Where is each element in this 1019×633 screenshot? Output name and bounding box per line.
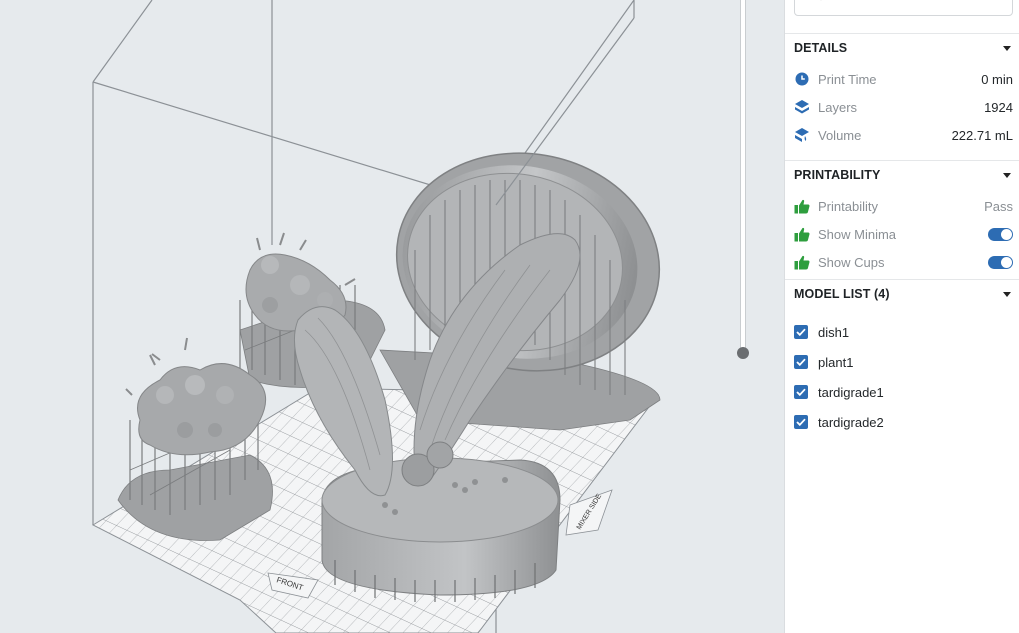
divider bbox=[785, 33, 1019, 34]
model-checkbox[interactable] bbox=[794, 355, 808, 369]
search-input[interactable] bbox=[794, 0, 1013, 16]
checkmark-icon bbox=[796, 358, 806, 366]
print-time-value: 0 min bbox=[981, 71, 1013, 87]
layer-slider-track[interactable] bbox=[740, 0, 746, 354]
chevron-down-icon[interactable] bbox=[1003, 45, 1011, 51]
checkmark-icon bbox=[796, 418, 806, 426]
printability-status: Pass bbox=[984, 198, 1013, 214]
printability-title: PRINTABILITY bbox=[794, 168, 881, 182]
show-cups-toggle[interactable] bbox=[988, 255, 1013, 269]
model-list-item[interactable]: tardigrade1 bbox=[794, 382, 884, 402]
model-name: dish1 bbox=[818, 324, 850, 340]
show-cups-label: Show Cups bbox=[818, 254, 885, 270]
checkmark-icon bbox=[796, 388, 806, 396]
show-minima-toggle[interactable] bbox=[988, 227, 1013, 241]
details-section-header[interactable]: DETAILS bbox=[794, 38, 1012, 58]
details-title: DETAILS bbox=[794, 41, 848, 55]
volume-value: 222.71 mL bbox=[951, 127, 1013, 143]
printability-section-header[interactable]: PRINTABILITY bbox=[794, 165, 1012, 185]
show-minima-label: Show Minima bbox=[818, 226, 897, 242]
model-name: tardigrade2 bbox=[818, 414, 884, 430]
clock-icon bbox=[794, 71, 810, 87]
sidebar-panel: DETAILS Print Time 0 min Layers 1924 Vol… bbox=[784, 0, 1019, 633]
scene-canvas: FRONT MIXER SIDE bbox=[91, 0, 661, 633]
thumbs-up-icon bbox=[794, 254, 810, 270]
volume-icon bbox=[794, 127, 810, 143]
model-name: plant1 bbox=[818, 354, 854, 370]
layer-slider-handle[interactable] bbox=[737, 347, 749, 359]
thumbs-up-icon bbox=[794, 198, 810, 214]
show-minima-row: Show Minima bbox=[794, 224, 1013, 244]
show-cups-row: Show Cups bbox=[794, 252, 1013, 272]
chevron-down-icon[interactable] bbox=[1003, 172, 1011, 178]
layers-row: Layers 1924 bbox=[794, 97, 1013, 117]
divider bbox=[785, 279, 1019, 280]
model-list-item[interactable]: dish1 bbox=[794, 322, 849, 342]
print-time-row: Print Time 0 min bbox=[794, 69, 1013, 89]
printability-row: Printability Pass bbox=[794, 196, 1013, 216]
model-list-title: MODEL LIST (4) bbox=[794, 287, 890, 301]
tardigrade1-model bbox=[125, 337, 267, 456]
layers-icon bbox=[794, 99, 810, 115]
model-list-item[interactable]: plant1 bbox=[794, 352, 853, 372]
model-list-section-header[interactable]: MODEL LIST (4) bbox=[794, 284, 1012, 304]
model-checkbox[interactable] bbox=[794, 325, 808, 339]
3d-viewport[interactable]: FRONT MIXER SIDE bbox=[0, 0, 784, 633]
layers-label: Layers bbox=[818, 99, 858, 115]
print-time-label: Print Time bbox=[818, 71, 877, 87]
layers-value: 1924 bbox=[984, 99, 1013, 115]
volume-row: Volume 222.71 mL bbox=[794, 125, 1013, 145]
chevron-down-icon[interactable] bbox=[1003, 291, 1011, 297]
search-icon bbox=[815, 0, 827, 1]
model-list-item[interactable]: tardigrade2 bbox=[794, 412, 884, 432]
model-name: tardigrade1 bbox=[818, 384, 884, 400]
plant1-base bbox=[321, 457, 561, 602]
volume-label: Volume bbox=[818, 127, 862, 143]
thumbs-up-icon bbox=[794, 226, 810, 242]
checkmark-icon bbox=[796, 328, 806, 336]
model-checkbox[interactable] bbox=[794, 385, 808, 399]
model-checkbox[interactable] bbox=[794, 415, 808, 429]
printability-label: Printability bbox=[818, 198, 878, 214]
divider bbox=[785, 160, 1019, 161]
